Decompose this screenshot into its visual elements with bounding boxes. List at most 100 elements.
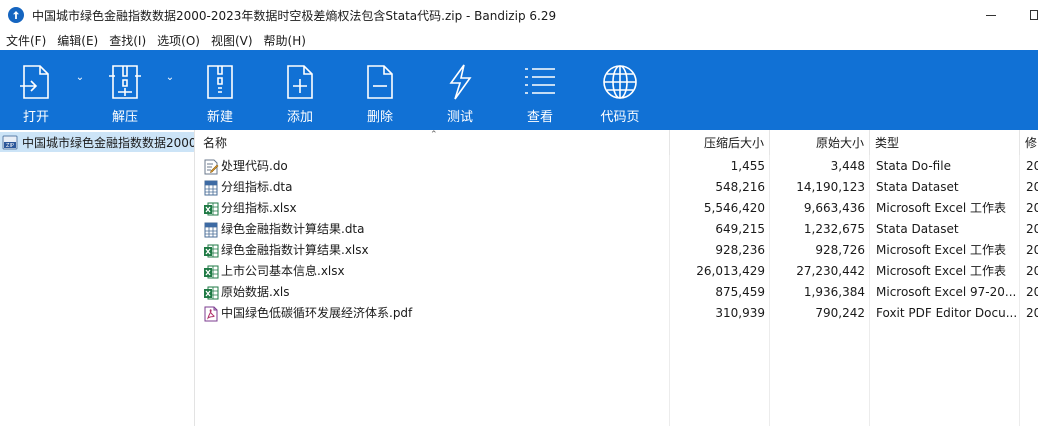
- compressed-size-cell: 26,013,429: [696, 264, 765, 278]
- codepage-label: 代码页: [600, 110, 640, 125]
- file-row[interactable]: 绿色金融指数计算结果.xlsx 928,236 928,726 Microsoft E…: [198, 240, 1038, 261]
- view-label: 查看: [526, 110, 553, 125]
- zip-archive-icon: ZIP: [2, 135, 18, 150]
- file-name: 处理代码.do: [221, 159, 288, 173]
- list-header: 名称 ⌃ 压缩后大小 原始大小 类型 修: [198, 130, 1038, 155]
- toolbar: 打开 ⌄ 解压 ⌄ 新建 添加 删除 测试 查看 代码页: [0, 50, 1038, 130]
- file-type-cell: Stata Do-file: [876, 159, 951, 173]
- file-type-cell: Stata Dataset: [876, 180, 959, 194]
- compressed-size-cell: 875,459: [715, 285, 765, 299]
- test-icon: [449, 64, 472, 100]
- file-type-cell: Microsoft Excel 工作表: [876, 264, 1007, 278]
- file-row[interactable]: 绿色金融指数计算结果.dta 649,215 1,232,675 Stata Data…: [198, 219, 1038, 240]
- delete-button[interactable]: 删除: [344, 50, 416, 130]
- extract-label: 解压: [111, 110, 138, 125]
- modified-date-cell: 20: [1026, 264, 1038, 278]
- globe-icon: [603, 65, 637, 99]
- file-row[interactable]: 处理代码.do 1,455 3,448 Stata Do-file 20: [198, 156, 1038, 177]
- original-size-cell: 1,232,675: [803, 222, 865, 236]
- original-size-cell: 27,230,442: [796, 264, 865, 278]
- original-size-cell: 9,663,436: [803, 201, 865, 215]
- file-name-cell: 原始数据.xls: [203, 282, 668, 303]
- menu-options[interactable]: 选项(O): [152, 32, 206, 49]
- modified-date-cell: 20: [1026, 180, 1038, 194]
- file-name-cell: 处理代码.do: [203, 156, 668, 177]
- stata-dataset-icon: [203, 222, 219, 238]
- column-header-compressed-size[interactable]: 压缩后大小: [670, 130, 770, 155]
- sort-ascending-icon: ⌃: [430, 130, 438, 140]
- file-type-cell: Stata Dataset: [876, 222, 959, 236]
- file-row[interactable]: 中国绿色低碳循环发展经济体系.pdf 310,939 790,242 Foxit PD…: [198, 303, 1038, 324]
- menu-file[interactable]: 文件(F): [0, 32, 52, 49]
- open-icon: [20, 65, 49, 99]
- view-icon: [525, 68, 555, 94]
- menu-find[interactable]: 查找(I): [104, 32, 152, 49]
- bandizip-app-icon[interactable]: [8, 7, 24, 23]
- add-icon: [287, 65, 313, 99]
- add-button[interactable]: 添加: [264, 50, 336, 130]
- file-type-cell: Foxit PDF Editor Docu...: [876, 306, 1018, 320]
- compressed-size-cell: 310,939: [715, 306, 765, 320]
- extract-dropdown-arrow[interactable]: ⌄: [163, 72, 177, 86]
- view-button[interactable]: 查看: [504, 50, 576, 130]
- modified-date-cell: 20: [1026, 201, 1038, 215]
- file-row[interactable]: 上市公司基本信息.xlsx 26,013,429 27,230,442 Microso…: [198, 261, 1038, 282]
- add-label: 添加: [286, 110, 313, 125]
- test-button[interactable]: 测试: [424, 50, 496, 130]
- compressed-size-cell: 5,546,420: [703, 201, 765, 215]
- new-archive-button[interactable]: 新建: [184, 50, 256, 130]
- original-size-cell: 790,242: [815, 306, 865, 320]
- modified-date-cell: 20: [1026, 222, 1038, 236]
- svg-text:ZIP: ZIP: [6, 143, 14, 149]
- compressed-size-cell: 928,236: [715, 243, 765, 257]
- menu-edit[interactable]: 编辑(E): [52, 32, 104, 49]
- new-archive-icon: [207, 65, 233, 99]
- file-name: 绿色金融指数计算结果.xlsx: [221, 243, 369, 257]
- file-type-cell: Microsoft Excel 工作表: [876, 243, 1007, 257]
- open-button[interactable]: 打开: [0, 50, 72, 130]
- tree-item-archive-root[interactable]: ZIP 中国城市绿色金融指数数据2000: [0, 132, 194, 152]
- minimize-icon: [986, 14, 996, 16]
- excel-icon: [203, 243, 219, 259]
- file-name: 原始数据.xls: [221, 285, 290, 299]
- menu-help[interactable]: 帮助(H): [259, 32, 312, 49]
- delete-icon: [367, 65, 393, 99]
- minimize-button[interactable]: [968, 0, 1014, 30]
- original-size-cell: 3,448: [830, 159, 865, 173]
- test-label: 测试: [446, 110, 473, 125]
- file-name: 中国绿色低碳循环发展经济体系.pdf: [221, 306, 413, 320]
- file-type-cell: Microsoft Excel 97-20...: [876, 285, 1017, 299]
- column-header-original-size[interactable]: 原始大小: [770, 130, 870, 155]
- excel-icon: [203, 285, 219, 301]
- new-label: 新建: [206, 110, 233, 125]
- column-header-modified[interactable]: 修: [1020, 130, 1038, 155]
- file-name-cell: 绿色金融指数计算结果.xlsx: [203, 240, 668, 261]
- file-row[interactable]: 分组指标.xlsx 5,546,420 9,663,436 Microsoft Exc…: [198, 198, 1038, 219]
- file-name: 分组指标.dta: [221, 180, 293, 194]
- open-label: 打开: [22, 110, 49, 125]
- column-header-type[interactable]: 类型: [870, 130, 1020, 155]
- stata-do-icon: [203, 159, 219, 175]
- compressed-size-cell: 548,216: [715, 180, 765, 194]
- extract-button[interactable]: 解压: [89, 50, 161, 130]
- codepage-button[interactable]: 代码页: [584, 50, 656, 130]
- compressed-size-cell: 1,455: [730, 159, 765, 173]
- maximize-button[interactable]: [1014, 0, 1038, 30]
- modified-date-cell: 20: [1026, 306, 1038, 320]
- modified-date-cell: 20: [1026, 159, 1038, 173]
- original-size-cell: 14,190,123: [796, 180, 865, 194]
- window-title: 中国城市绿色金融指数数据2000-2023年数据时空极差熵权法包含Stata代码…: [32, 8, 557, 23]
- menu-view[interactable]: 视图(V): [206, 32, 259, 49]
- folder-tree: ZIP 中国城市绿色金融指数数据2000: [0, 130, 195, 426]
- file-name-cell: 中国绿色低碳循环发展经济体系.pdf: [203, 303, 668, 324]
- file-row[interactable]: 原始数据.xls 875,459 1,936,384 Microsoft Excel …: [198, 282, 1038, 303]
- stata-dataset-icon: [203, 180, 219, 196]
- file-row[interactable]: 分组指标.dta 548,216 14,190,123 Stata Dataset 20: [198, 177, 1038, 198]
- file-name: 分组指标.xlsx: [221, 201, 297, 215]
- title-bar: 中国城市绿色金融指数数据2000-2023年数据时空极差熵权法包含Stata代码…: [0, 0, 1038, 30]
- file-name-cell: 上市公司基本信息.xlsx: [203, 261, 668, 282]
- original-size-cell: 928,726: [815, 243, 865, 257]
- open-dropdown-arrow[interactable]: ⌄: [73, 72, 87, 86]
- file-name-cell: 分组指标.xlsx: [203, 198, 668, 219]
- excel-icon: [203, 201, 219, 217]
